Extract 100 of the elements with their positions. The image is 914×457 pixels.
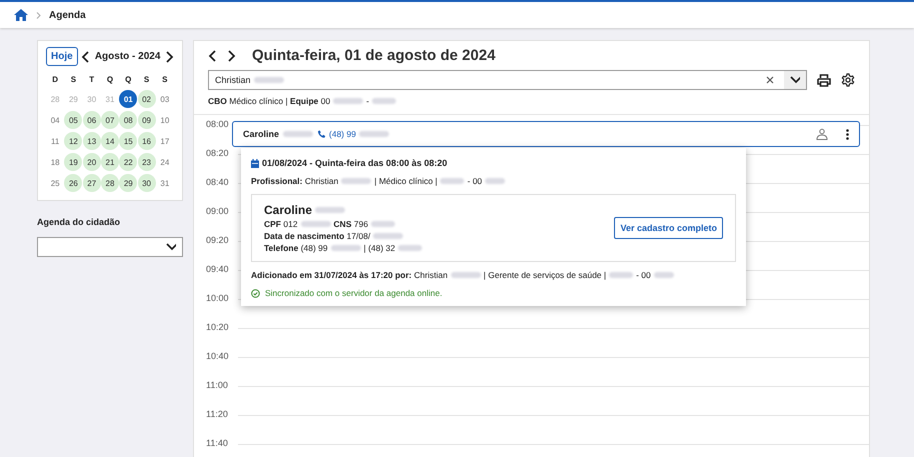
redacted-mark xyxy=(485,178,506,184)
today-button[interactable]: Hoje xyxy=(46,47,78,66)
calendar-day[interactable]: 25 xyxy=(46,174,64,192)
time-label: 09:20 xyxy=(206,235,230,245)
text: - 00 xyxy=(636,270,651,280)
calendar-day[interactable]: 21 xyxy=(100,153,119,171)
text: (48) 99 xyxy=(329,129,356,139)
field-label: Agenda do cidadão xyxy=(37,217,122,227)
previous-day-icon[interactable] xyxy=(208,50,218,62)
calendar-day[interactable]: 16 xyxy=(138,132,156,150)
text: CBO Médico clínico | Equipe 00 xyxy=(208,96,330,106)
appointment-card[interactable]: Caroline (48) 99 xyxy=(232,121,860,147)
more-options-icon[interactable] xyxy=(846,128,849,140)
calendar-day[interactable]: 27 xyxy=(82,174,101,192)
time-label: 08:20 xyxy=(206,148,230,158)
calendar-day[interactable]: 11 xyxy=(46,132,64,150)
calendar-icon xyxy=(251,158,259,168)
calendar-day[interactable]: 08 xyxy=(119,111,138,129)
calendar-day[interactable]: 22 xyxy=(119,153,138,171)
calendar-day[interactable]: 31 xyxy=(156,174,174,192)
next-month-icon[interactable] xyxy=(164,50,174,62)
redacted-mark xyxy=(373,233,404,239)
text: | Gerente de serviços de saúde | xyxy=(484,270,606,280)
calendar-day[interactable]: 12 xyxy=(64,132,82,150)
redacted-mark xyxy=(358,131,389,137)
calendar-day[interactable]: 09 xyxy=(138,111,156,129)
text: CNS 796 xyxy=(334,219,368,229)
user-icon[interactable] xyxy=(816,128,828,140)
sync-status: Sincronizado com o servidor da agenda online. xyxy=(265,288,442,298)
calendar-day[interactable]: 14 xyxy=(100,132,119,150)
redacted-mark xyxy=(315,207,346,213)
redacted-mark xyxy=(330,245,361,251)
time-label: 10:00 xyxy=(206,293,230,303)
time-label: 11:00 xyxy=(206,380,229,390)
weekday-label: T xyxy=(89,74,94,86)
calendar-day[interactable]: 23 xyxy=(138,153,156,171)
text: CPF 012 xyxy=(264,219,298,229)
text: - 00 xyxy=(467,176,482,186)
calendar-day[interactable]: 03 xyxy=(156,90,174,108)
text: | Médico clínico | xyxy=(374,176,438,186)
text: Telefone (48) 99 xyxy=(264,243,328,253)
text: Caroline xyxy=(264,203,312,217)
time-label: 08:40 xyxy=(206,177,230,187)
calendar-day[interactable]: 05 xyxy=(64,111,82,129)
clear-icon[interactable] xyxy=(766,76,774,84)
time-label: 08:00 xyxy=(206,119,230,129)
redacted-mark xyxy=(654,272,674,278)
redacted-mark xyxy=(254,77,284,83)
view-record-button[interactable]: Ver cadastro completo xyxy=(614,217,723,239)
calendar-day[interactable]: 15 xyxy=(119,132,138,150)
settings-icon[interactable] xyxy=(841,73,855,87)
chevron-down-icon[interactable] xyxy=(166,241,176,253)
redacted-mark xyxy=(283,131,314,137)
weekday-label: S xyxy=(70,74,76,86)
text: Christian xyxy=(215,75,251,85)
time-label: 10:40 xyxy=(206,351,230,361)
weekday-label: Q xyxy=(106,74,114,86)
calendar-day[interactable]: 13 xyxy=(82,132,101,150)
month-label: Agosto - 2024 xyxy=(94,51,160,62)
calendar-day[interactable]: 26 xyxy=(64,174,82,192)
calendar-day[interactable]: 01 xyxy=(119,90,138,108)
home-icon[interactable] xyxy=(14,9,28,21)
time-label: 10:20 xyxy=(206,322,230,332)
calendar-day[interactable]: 18 xyxy=(46,153,64,171)
text: - xyxy=(366,96,370,106)
calendar-day[interactable]: 10 xyxy=(156,111,174,129)
calendar-day[interactable]: 29 xyxy=(119,174,138,192)
calendar-day[interactable]: 06 xyxy=(82,111,101,129)
redacted-mark xyxy=(371,221,396,227)
calendar-day[interactable]: 20 xyxy=(82,153,101,171)
day-title: Quinta-feira, 01 de agosto de 2024 xyxy=(252,47,496,64)
next-day-icon[interactable] xyxy=(226,50,236,62)
time-label: 09:40 xyxy=(206,264,230,274)
text: | (48) 32 xyxy=(364,243,396,253)
calendar-day[interactable]: 24 xyxy=(156,153,174,171)
previous-month-icon[interactable] xyxy=(81,50,92,62)
phone-icon xyxy=(317,130,326,138)
weekday-label: Q xyxy=(125,74,132,86)
calendar-day[interactable]: 30 xyxy=(138,174,156,192)
calendar-day[interactable]: 17 xyxy=(156,132,174,150)
appointment-heading: 01/08/2024 - Quinta-feira das 08:00 às 08:20 xyxy=(262,158,448,168)
weekday-label: S xyxy=(144,74,150,86)
calendar-day[interactable]: 02 xyxy=(138,90,156,108)
chevron-down-icon[interactable] xyxy=(790,74,800,86)
calendar-day[interactable]: 07 xyxy=(100,111,119,129)
professional-select[interactable]: Christian xyxy=(208,70,807,90)
breadcrumb-item[interactable]: Agenda xyxy=(49,10,86,20)
text: Adicionado em 31/07/2024 às 17:20 por: Christian xyxy=(251,270,448,280)
redacted-mark xyxy=(440,178,464,184)
time-label: 09:00 xyxy=(206,206,230,216)
calendar-day[interactable]: 19 xyxy=(64,153,82,171)
calendar-day[interactable]: 04 xyxy=(46,111,64,129)
check-circle-icon xyxy=(251,288,260,298)
weekday-label: D xyxy=(52,74,58,86)
text: Caroline xyxy=(243,129,280,139)
text: Profissional: Christian xyxy=(251,176,338,186)
print-icon[interactable] xyxy=(817,74,831,86)
redacted-mark xyxy=(450,272,481,278)
redacted-mark xyxy=(372,98,396,104)
calendar-day[interactable]: 28 xyxy=(100,174,119,192)
